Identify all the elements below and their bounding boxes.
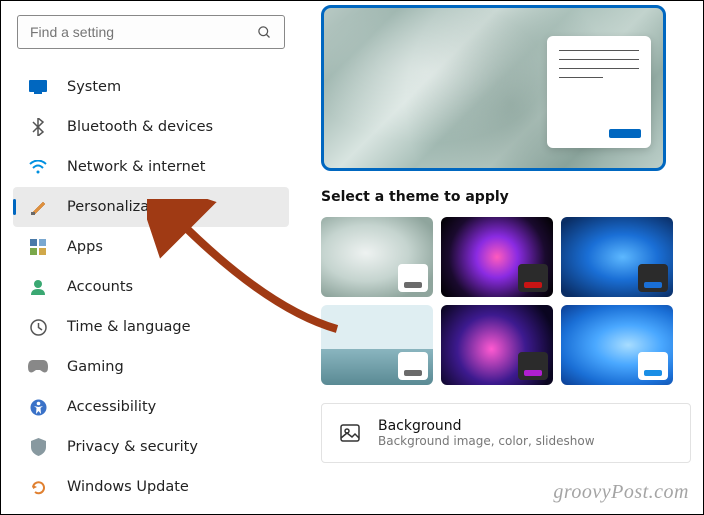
system-icon xyxy=(27,76,49,98)
accessibility-icon xyxy=(27,396,49,418)
gamepad-icon xyxy=(27,356,49,378)
nav-bluetooth[interactable]: Bluetooth & devices xyxy=(13,107,289,147)
settings-window: System Bluetooth & devices Network & int… xyxy=(0,0,704,515)
image-icon xyxy=(340,423,360,443)
nav-label: Windows Update xyxy=(67,479,189,495)
nav-label: Apps xyxy=(67,239,103,255)
search-input[interactable] xyxy=(30,24,257,40)
nav-label: System xyxy=(67,79,121,95)
nav-accessibility[interactable]: Accessibility xyxy=(13,387,289,427)
nav-label: Gaming xyxy=(67,359,124,375)
background-row[interactable]: Background Background image, color, slid… xyxy=(321,403,691,463)
search-icon xyxy=(257,25,272,40)
nav-gaming[interactable]: Gaming xyxy=(13,347,289,387)
paintbrush-icon xyxy=(27,196,49,218)
nav-label: Privacy & security xyxy=(67,439,198,455)
row-subtitle: Background image, color, slideshow xyxy=(378,434,595,448)
nav-label: Time & language xyxy=(67,319,191,335)
wifi-icon xyxy=(27,156,49,178)
row-title: Background xyxy=(378,418,595,434)
person-icon xyxy=(27,276,49,298)
nav-label: Accessibility xyxy=(67,399,156,415)
theme-option-6[interactable] xyxy=(561,305,673,385)
theme-option-2[interactable] xyxy=(441,217,553,297)
clock-icon xyxy=(27,316,49,338)
shield-icon xyxy=(27,436,49,458)
theme-option-1[interactable] xyxy=(321,217,433,297)
themes-heading: Select a theme to apply xyxy=(321,189,691,205)
theme-option-3[interactable] xyxy=(561,217,673,297)
nav-label: Bluetooth & devices xyxy=(67,119,213,135)
content-area: Select a theme to apply Background Backg… xyxy=(297,1,703,514)
sidebar: System Bluetooth & devices Network & int… xyxy=(1,1,297,514)
nav-label: Network & internet xyxy=(67,159,205,175)
nav-personalization[interactable]: Personalization xyxy=(13,187,289,227)
nav-label: Personalization xyxy=(67,199,177,215)
theme-grid xyxy=(321,217,691,385)
preview-accent-bar xyxy=(609,129,641,138)
bluetooth-icon xyxy=(27,116,49,138)
theme-option-5[interactable] xyxy=(441,305,553,385)
watermark: groovyPost.com xyxy=(553,481,689,504)
nav-list: System Bluetooth & devices Network & int… xyxy=(9,67,293,507)
nav-label: Accounts xyxy=(67,279,133,295)
nav-privacy[interactable]: Privacy & security xyxy=(13,427,289,467)
search-box[interactable] xyxy=(17,15,285,49)
nav-time-language[interactable]: Time & language xyxy=(13,307,289,347)
nav-accounts[interactable]: Accounts xyxy=(13,267,289,307)
nav-system[interactable]: System xyxy=(13,67,289,107)
preview-window xyxy=(547,36,651,148)
theme-option-4[interactable] xyxy=(321,305,433,385)
update-icon xyxy=(27,476,49,498)
nav-apps[interactable]: Apps xyxy=(13,227,289,267)
apps-icon xyxy=(27,236,49,258)
theme-preview[interactable] xyxy=(321,5,666,171)
nav-network[interactable]: Network & internet xyxy=(13,147,289,187)
nav-windows-update[interactable]: Windows Update xyxy=(13,467,289,507)
